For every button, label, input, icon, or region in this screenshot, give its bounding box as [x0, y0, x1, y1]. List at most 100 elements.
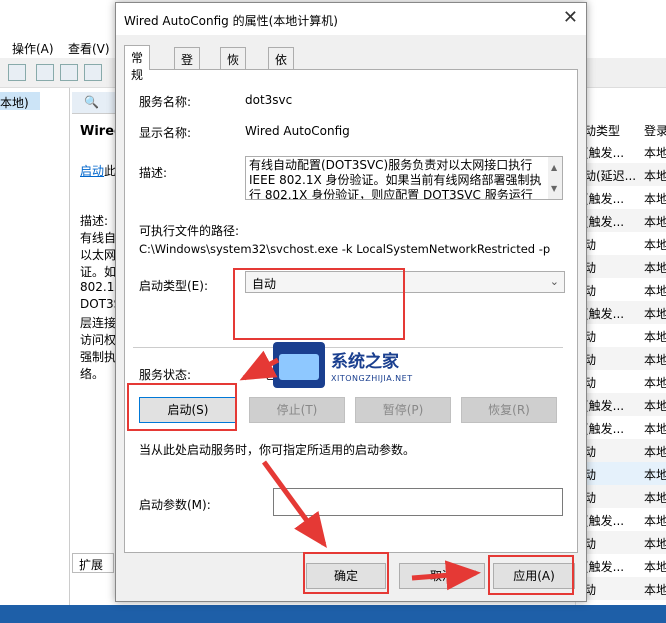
detail-desc-line: 证。如 — [80, 265, 117, 279]
tree-pane: 本地) — [0, 88, 70, 605]
detail-desc-line: 强制执 — [80, 350, 117, 364]
tab-general[interactable]: 常规 — [124, 45, 151, 82]
description-scrollbar[interactable]: ▲ ▼ — [548, 157, 562, 199]
menu-action[interactable]: 操作(A) — [12, 40, 54, 57]
table-row[interactable]: 动本地 — [576, 347, 666, 370]
hint-text: 当从此处启动服务时，你可指定所适用的启动参数。 — [139, 443, 416, 457]
cell-logon: 本地 — [644, 399, 666, 413]
cell-logon: 本地 — [644, 238, 666, 252]
close-icon[interactable]: ✕ — [563, 7, 578, 28]
cell-startup-type: (触发... — [584, 399, 625, 413]
table-row[interactable]: (触发... 本地 — [576, 301, 666, 324]
cell-startup-type: (触发... — [584, 514, 625, 528]
chevron-down-icon: ⌄ — [549, 275, 559, 288]
table-row[interactable]: 动本地 — [576, 485, 666, 508]
tab-extended[interactable]: 扩展 — [72, 553, 114, 573]
status-label: 服务状态: — [139, 368, 192, 382]
table-row[interactable]: (触发... 本地 — [576, 416, 666, 439]
table-row[interactable]: 动本地 — [576, 255, 666, 278]
detail-desc-line: 络。 — [80, 367, 105, 381]
cell-logon: 本地 — [644, 215, 666, 229]
watermark-text: 系统之家 — [331, 352, 399, 372]
stop-button[interactable]: 停止(T) — [249, 397, 345, 423]
detail-desc-line: 有线自 — [80, 231, 117, 245]
cell-logon: 本地 — [644, 537, 666, 551]
table-row[interactable]: (触发... 本地 — [576, 209, 666, 232]
column-logon[interactable]: 登录 — [644, 122, 666, 139]
table-row[interactable]: 动本地 — [576, 278, 666, 301]
table-row[interactable]: 动本地 — [576, 439, 666, 462]
ok-button[interactable]: 确定 — [306, 563, 386, 589]
table-row[interactable]: 动(延迟... 本地 — [576, 163, 666, 186]
search-icon: 🔍 — [84, 95, 99, 109]
view-icon[interactable] — [8, 64, 26, 81]
table-row[interactable]: 动本地 — [576, 370, 666, 393]
table-row[interactable]: (触发... 本地 — [576, 140, 666, 163]
cell-startup-type: (触发... — [584, 560, 625, 574]
cell-startup-type: (触发... — [584, 307, 625, 321]
properties-icon[interactable] — [36, 64, 54, 81]
description-box[interactable]: 有线自动配置(DOT3SVC)服务负责对以太网接口执行 IEEE 802.1X … — [245, 156, 563, 200]
start-button[interactable]: 启动(S) — [139, 397, 237, 423]
path-label: 可执行文件的路径: — [139, 224, 240, 238]
description-text: 有线自动配置(DOT3SVC)服务负责对以太网接口执行 IEEE 802.1X … — [249, 158, 542, 200]
cell-logon: 本地 — [644, 307, 666, 321]
cell-startup-type: (触发... — [584, 192, 625, 206]
menu-view[interactable]: 查看(V) — [68, 40, 110, 57]
scroll-down-icon[interactable]: ▼ — [551, 181, 557, 196]
cell-logon: 本地 — [644, 192, 666, 206]
table-row[interactable]: (触发... 本地 — [576, 186, 666, 209]
table-row[interactable]: 动本地 — [576, 462, 666, 485]
watermark: 系统之家 XITONGZHIJIA.NET — [273, 338, 448, 396]
pause-button[interactable]: 暂停(P) — [355, 397, 451, 423]
apply-button[interactable]: 应用(A) — [493, 563, 575, 589]
table-row[interactable]: 动本地 — [576, 324, 666, 347]
column-startup-type[interactable]: 动类型 — [584, 122, 620, 139]
tab-dependencies[interactable]: 依存关系 — [268, 47, 295, 118]
cell-logon: 本地 — [644, 445, 666, 459]
refresh-icon[interactable] — [60, 64, 78, 81]
cell-startup-type: (触发... — [584, 215, 625, 229]
detail-desc-line: 访问权 — [80, 333, 117, 347]
cell-startup-type: (触发... — [584, 146, 625, 160]
cell-logon: 本地 — [644, 376, 666, 390]
path-value: C:\Windows\system32\svchost.exe -k Local… — [139, 242, 551, 256]
watermark-url: XITONGZHIJIA.NET — [331, 374, 413, 383]
startup-type-select[interactable]: 自动 ⌄ — [245, 271, 565, 293]
startup-type-label: 启动类型(E): — [139, 279, 208, 293]
cell-startup-type: 动(延迟... — [584, 169, 637, 183]
dialog-title: Wired AutoConfig 的属性(本地计算机) — [124, 14, 338, 28]
table-row[interactable]: 动本地 — [576, 577, 666, 600]
params-input[interactable] — [273, 488, 563, 516]
detail-header: 🔍 — [72, 92, 116, 114]
scroll-up-icon[interactable]: ▲ — [551, 160, 557, 175]
params-label: 启动参数(M): — [139, 498, 211, 512]
tab-recovery[interactable]: 恢复 — [220, 47, 247, 84]
tab-logon[interactable]: 登录 — [174, 47, 201, 84]
table-row[interactable]: (触发... 本地 — [576, 508, 666, 531]
service-name-label: 服务名称: — [139, 95, 192, 109]
watermark-logo — [273, 342, 325, 388]
cell-logon: 本地 — [644, 422, 666, 436]
table-row[interactable]: (触发... 本地 — [576, 554, 666, 577]
cell-logon: 本地 — [644, 353, 666, 367]
table-row[interactable]: 动本地 — [576, 531, 666, 554]
cell-logon: 本地 — [644, 169, 666, 183]
detail-desc-label: 描述: — [80, 214, 109, 228]
cell-logon: 本地 — [644, 284, 666, 298]
general-panel: 服务名称: dot3svc 显示名称: Wired AutoConfig 描述:… — [124, 69, 578, 553]
resume-button[interactable]: 恢复(R) — [461, 397, 557, 423]
start-service-link[interactable]: 启动 — [80, 162, 104, 179]
taskbar — [0, 605, 666, 621]
cancel-button[interactable]: 取消 — [399, 563, 485, 589]
table-row[interactable]: 动本地 — [576, 232, 666, 255]
cell-logon: 本地 — [644, 330, 666, 344]
startup-type-value: 自动 — [252, 277, 277, 291]
table-row[interactable]: (触发... 本地 — [576, 393, 666, 416]
cell-logon: 本地 — [644, 146, 666, 160]
description-label: 描述: — [139, 166, 168, 180]
cell-logon: 本地 — [644, 583, 666, 597]
services-list: 动类型 登录 (触发... 本地 动(延迟... 本地 (触发... 本地 (触发... 本地… — [575, 88, 666, 620]
export-icon[interactable] — [84, 64, 102, 81]
cell-logon: 本地 — [644, 514, 666, 528]
